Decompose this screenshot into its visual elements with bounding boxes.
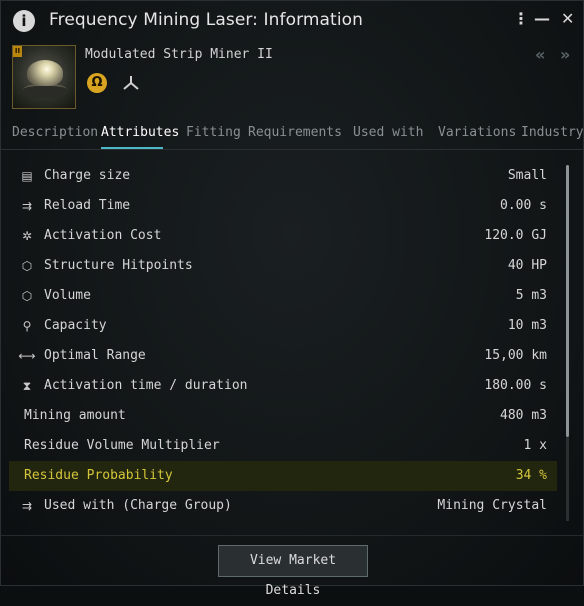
tab-variations[interactable]: Variations <box>438 125 516 140</box>
title-bar[interactable]: i Frequency Mining Laser: Information ⋮ … <box>1 1 583 41</box>
attribute-value: 34 % <box>515 468 547 483</box>
attribute-label: Residue Volume Multiplier <box>24 438 220 453</box>
attribute-label: Used with (Charge Group) <box>44 498 232 513</box>
view-market-details-button[interactable]: View Market Details <box>218 545 368 598</box>
volume-icon: ⬡ <box>21 289 33 303</box>
attribute-value: 180.00 s <box>484 378 547 393</box>
scrollbar-track[interactable] <box>566 437 569 521</box>
attribute-value: 15,00 km <box>484 348 547 363</box>
used-with-icon: ⇉ <box>21 499 33 513</box>
attribute-label: Optimal Range <box>44 348 146 363</box>
next-item-icon[interactable]: » <box>560 45 570 64</box>
attribute-label: Structure Hitpoints <box>44 258 193 273</box>
item-thumbnail[interactable]: II <box>12 45 76 109</box>
attribute-label: Charge size <box>44 168 131 183</box>
reload-time-icon: ⇉ <box>21 199 33 213</box>
item-name: Modulated Strip Miner II <box>85 47 273 62</box>
tab-fitting[interactable]: Fitting <box>186 125 241 140</box>
attribute-row[interactable]: ⬡ Volume 5 m3 <box>9 281 557 311</box>
active-tab-indicator <box>101 147 163 149</box>
attribute-row[interactable]: ⚲ Capacity 10 m3 <box>9 311 557 341</box>
tab-attributes[interactable]: Attributes <box>101 125 179 140</box>
close-icon[interactable]: ✕ <box>561 9 574 28</box>
capacity-icon: ⚲ <box>22 319 32 333</box>
attribute-label: Residue Probability <box>24 468 173 483</box>
attribute-row[interactable]: Residue Volume Multiplier 1 x <box>9 431 557 461</box>
attribute-label: Volume <box>44 288 91 303</box>
attribute-value: 40 HP <box>507 258 547 273</box>
attribute-row[interactable]: ▤ Charge size Small <box>9 161 557 191</box>
attribute-row[interactable]: ⇉ Reload Time 0.00 s <box>9 191 557 221</box>
attribute-row[interactable]: ⟷ Optimal Range 15,00 km <box>9 341 557 371</box>
attribute-value: 0.00 s <box>500 198 547 213</box>
tab-used-with[interactable]: Used with <box>353 125 423 140</box>
attribute-label: Activation Cost <box>44 228 162 243</box>
info-icon: i <box>13 10 35 32</box>
attribute-value: 5 m3 <box>515 288 547 303</box>
attribute-row-highlighted[interactable]: Residue Probability 34 % <box>9 461 557 491</box>
window-title: Frequency Mining Laser: Information <box>49 10 364 30</box>
attribute-row[interactable]: ✲ Activation Cost 120.0 GJ <box>9 221 557 251</box>
attribute-value: Mining Crystal <box>437 498 547 513</box>
attribute-label: Capacity <box>44 318 107 333</box>
attribute-value: 120.0 GJ <box>484 228 547 243</box>
charge-size-icon: ▤ <box>21 169 33 183</box>
triglavian-icon[interactable] <box>121 73 141 93</box>
item-image-base <box>23 84 67 98</box>
kebab-menu-icon[interactable]: ⋮ <box>513 9 529 28</box>
attribute-row[interactable]: ⇉ Used with (Charge Group) Mining Crysta… <box>9 491 557 521</box>
item-image-dome <box>27 60 63 86</box>
attribute-row[interactable]: ⧗ Activation time / duration 180.00 s <box>9 371 557 401</box>
activation-cost-icon: ✲ <box>21 229 33 243</box>
minimize-icon[interactable]: — <box>534 9 550 28</box>
attribute-label: Activation time / duration <box>44 378 248 393</box>
attribute-row[interactable]: Mining amount 480 m3 <box>9 401 557 431</box>
tab-industry[interactable]: Industry <box>521 125 584 140</box>
attribute-label: Mining amount <box>24 408 126 423</box>
tech-badge: II <box>13 46 22 57</box>
attribute-list: ▤ Charge size Small ⇉ Reload Time 0.00 s… <box>9 161 557 521</box>
attribute-value: Small <box>507 168 547 183</box>
structure-hitpoints-icon: ⬡ <box>21 259 33 273</box>
info-window: i Frequency Mining Laser: Information ⋮ … <box>0 0 584 598</box>
attribute-row[interactable]: ⬡ Structure Hitpoints 40 HP <box>9 251 557 281</box>
footer-divider <box>1 535 583 536</box>
optimal-range-icon: ⟷ <box>18 349 36 363</box>
attribute-label: Reload Time <box>44 198 131 213</box>
attribute-value: 480 m3 <box>500 408 547 423</box>
tab-requirements[interactable]: Requirements <box>248 125 342 140</box>
hourglass-icon: ⧗ <box>22 378 32 393</box>
attribute-value: 1 x <box>523 438 547 453</box>
tab-bar: Description Attributes Fitting Requireme… <box>1 123 584 150</box>
attribute-value: 10 m3 <box>507 318 547 333</box>
omega-icon[interactable]: Ω <box>87 73 107 93</box>
previous-item-icon[interactable]: « <box>535 45 545 64</box>
tab-description[interactable]: Description <box>12 125 98 140</box>
scrollbar-thumb[interactable] <box>566 165 569 437</box>
